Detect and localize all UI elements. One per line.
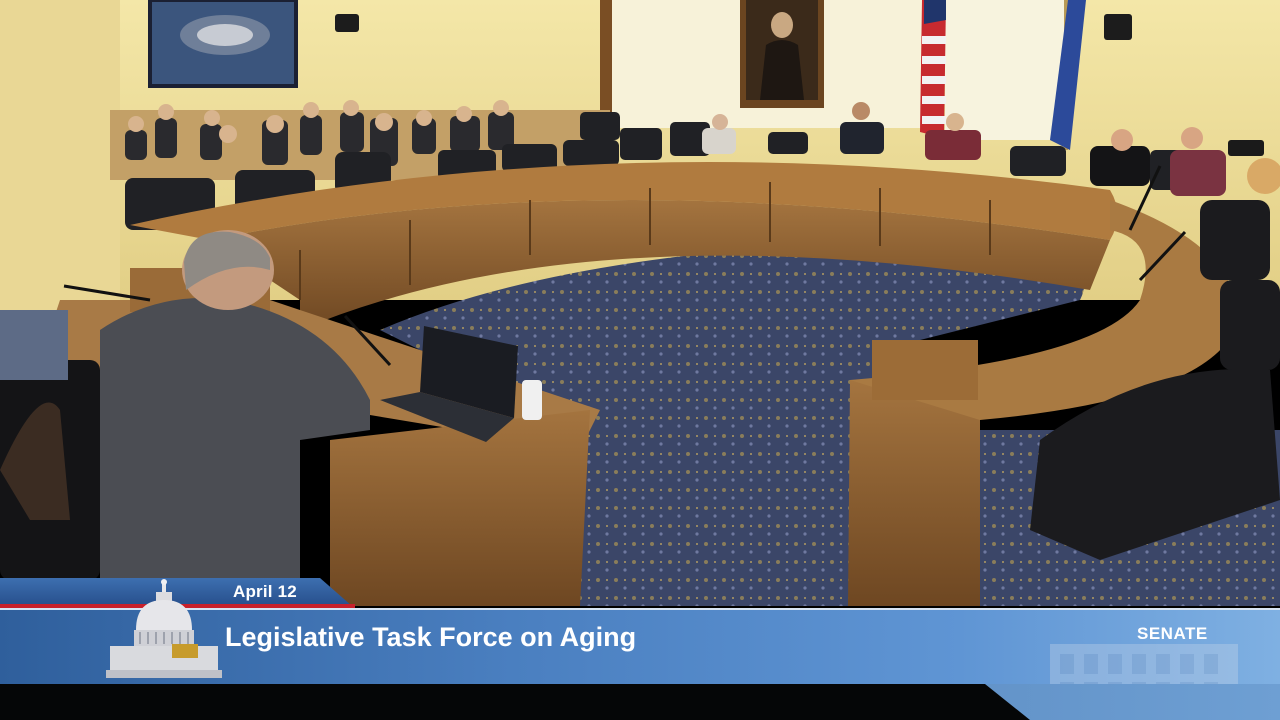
date-label: April 12 [233, 582, 297, 601]
tripod-camera [1228, 140, 1264, 156]
ceiling-camera-left [335, 14, 359, 32]
capitol-dome-icon [106, 579, 222, 678]
hand-sanitizer [522, 380, 542, 420]
portrait-painting [740, 0, 824, 108]
video-frame: April 12 Legislative Task Force on Aging [0, 0, 1280, 720]
program-title: Legislative Task Force on Aging [225, 622, 637, 652]
ceiling-camera-right [1104, 14, 1132, 40]
us-flag [920, 0, 946, 150]
wall-monitor [148, 0, 298, 88]
chamber-label: SENATE [1137, 624, 1208, 643]
